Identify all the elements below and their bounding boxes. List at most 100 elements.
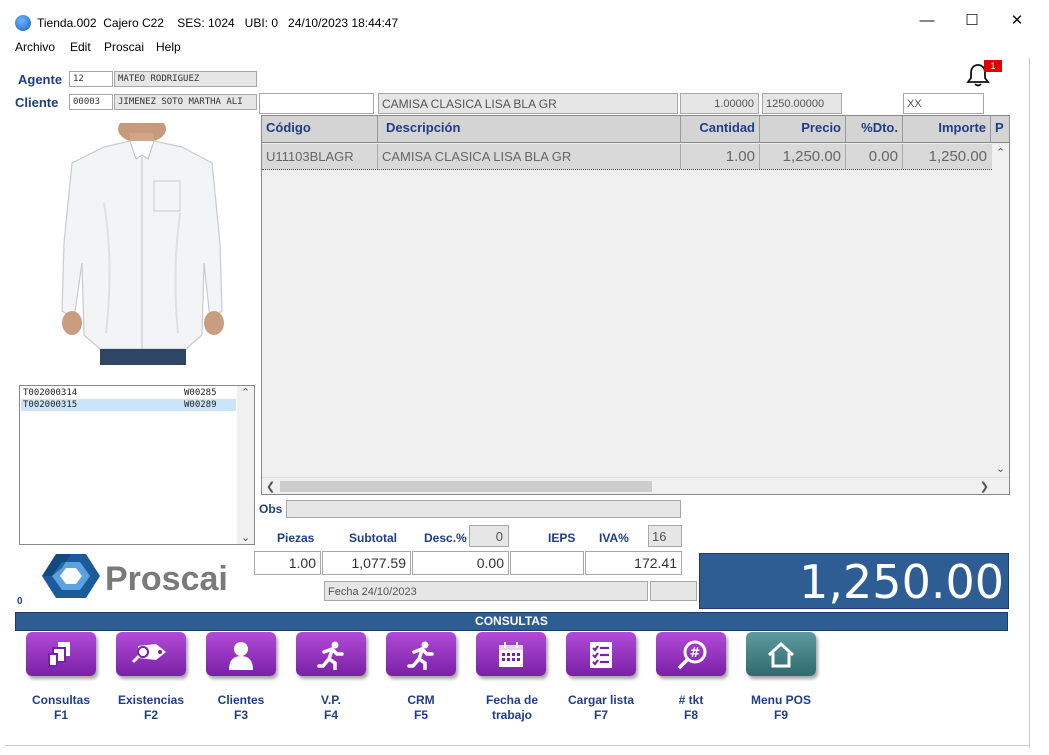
grid-header: Código Descripción Cantidad Precio %Dto.… — [262, 116, 1009, 143]
clientes-button[interactable] — [206, 632, 276, 676]
col-header-price[interactable]: Precio — [760, 116, 846, 143]
col-header-discount[interactable]: %Dto. — [846, 116, 903, 143]
window-border-right — [1029, 58, 1030, 748]
fecha-trabajo-button[interactable] — [476, 632, 546, 676]
menu-pos-button[interactable] — [746, 632, 816, 676]
scroll-thumb[interactable] — [280, 481, 652, 492]
ieps-value — [510, 551, 584, 575]
date-field: Fecha 24/10/2023 — [324, 581, 648, 601]
brand-name: Proscai — [105, 560, 228, 598]
ieps-label: IEPS — [548, 531, 576, 545]
client-label: Cliente — [15, 95, 59, 110]
list-item-selected[interactable]: T002000315 W00289 — [21, 399, 236, 411]
subtotal-label: Subtotal — [349, 531, 397, 545]
menu-archivo[interactable]: Archivo — [15, 40, 55, 54]
agent-name-field: MATEO RODRIGUEZ — [114, 71, 257, 87]
extra-field[interactable]: XX — [903, 93, 984, 114]
calendar-icon — [499, 642, 523, 667]
pieces-label: Piezas — [277, 531, 315, 545]
product-code-input[interactable] — [259, 93, 374, 114]
ticket-ref: W00285 — [184, 388, 217, 398]
grand-total: 1,250.00 — [699, 553, 1009, 609]
consultas-button[interactable] — [26, 632, 96, 676]
cell-amount: 1,250.00 — [928, 148, 987, 165]
runner-icon — [407, 641, 434, 670]
table-row[interactable]: U11103BLAGR CAMISA CLASICA LISA BLA GR 1… — [262, 144, 992, 170]
clientes-label: Clientes F3 — [217, 693, 265, 722]
crm-label: CRM F5 — [407, 693, 435, 722]
discount-label: Desc.% — [424, 531, 467, 545]
minimize-button[interactable]: — — [912, 8, 942, 34]
discount-pct-field[interactable]: 0 — [469, 525, 509, 547]
col-header-p[interactable]: P — [991, 116, 1009, 143]
svg-text:#: # — [690, 646, 701, 661]
discount-value: 0.00 — [412, 551, 509, 575]
items-grid: Código Descripción Cantidad Precio %Dto.… — [261, 115, 1010, 495]
obs-label: Obs — [259, 502, 283, 516]
ticket-id: T002000314 — [23, 388, 78, 398]
price-field[interactable]: 1250.00000 — [762, 93, 842, 114]
grid-horizontal-scrollbar[interactable]: ❮ ❯ — [262, 477, 1009, 494]
cargar-lista-button[interactable] — [566, 632, 636, 676]
scroll-down-icon[interactable]: ⌄ — [996, 462, 1005, 475]
ticket-search-label: # tkt F8 — [678, 693, 704, 722]
home-icon — [767, 641, 795, 668]
pieces-value: 1.00 — [254, 551, 321, 575]
col-header-code[interactable]: Código — [262, 116, 378, 143]
ticket-id: T002000315 — [23, 400, 78, 410]
iva-value: 172.41 — [585, 551, 682, 575]
counter: 0 — [17, 596, 23, 607]
checklist-icon — [590, 642, 612, 668]
copy-icon — [48, 642, 70, 667]
proscai-logo-icon — [42, 552, 100, 600]
col-header-description[interactable]: Descripción — [378, 116, 681, 143]
client-name-field: JIMENEZ SOTO MARTHA ALI — [114, 94, 257, 110]
runner-icon — [317, 641, 344, 670]
ticket-search-button[interactable]: # — [656, 632, 726, 676]
notification-badge: 1 — [984, 60, 1002, 72]
scroll-up-icon[interactable]: ⌃ — [241, 386, 250, 399]
ticket-list: T002000314 W00285 T002000315 W00289 ⌃ ⌄ — [19, 385, 255, 545]
window-border-bottom — [5, 745, 1030, 746]
agent-label: Agente — [18, 72, 63, 87]
close-button[interactable]: ✕ — [1002, 8, 1032, 34]
cargar-lista-label: Cargar lista F7 — [567, 693, 635, 722]
cell-description: CAMISA CLASICA LISA BLA GR — [378, 144, 681, 169]
tag-search-icon — [131, 644, 166, 664]
list-item[interactable]: T002000314 W00285 — [21, 387, 236, 399]
iva-pct-field[interactable]: 16 — [648, 525, 682, 547]
cell-quantity: 1.00 — [681, 144, 760, 169]
menu-help[interactable]: Help — [156, 40, 181, 54]
scroll-down-icon[interactable]: ⌄ — [241, 531, 250, 544]
client-code-field[interactable]: 00003 — [69, 94, 113, 110]
iva-label: IVA% — [599, 531, 629, 545]
vp-button[interactable] — [296, 632, 366, 676]
crm-button[interactable] — [386, 632, 456, 676]
hash-search-icon: # — [677, 640, 707, 670]
agent-code-field[interactable]: 12 — [69, 71, 113, 87]
consultas-label: Consultas F1 — [31, 693, 90, 722]
section-title: CONSULTAS — [15, 612, 1008, 631]
cell-price: 1,250.00 — [760, 144, 846, 169]
obs-input[interactable] — [286, 500, 681, 518]
cell-code: U11103BLAGR — [262, 144, 378, 169]
fecha-trabajo-label: Fecha de trabajo — [485, 693, 539, 722]
quantity-field[interactable]: 1.00000 — [680, 93, 759, 114]
scroll-up-icon[interactable]: ⌃ — [996, 146, 1005, 159]
scroll-left-icon[interactable]: ❮ — [266, 480, 275, 493]
col-header-amount[interactable]: Importe — [903, 116, 991, 143]
maximize-button[interactable]: ☐ — [957, 8, 987, 34]
ticket-ref: W00289 — [184, 400, 217, 410]
ticket-list-scrollbar[interactable]: ⌃ ⌄ — [237, 386, 254, 544]
col-header-quantity[interactable]: Cantidad — [681, 116, 760, 143]
cell-discount: 0.00 — [846, 144, 903, 169]
menu-proscai[interactable]: Proscai — [104, 40, 144, 54]
status-field — [650, 581, 697, 601]
window-title: Tienda.002 Cajero C22 SES: 1024 UBI: 0 2… — [37, 16, 399, 30]
scroll-right-icon[interactable]: ❯ — [980, 480, 989, 493]
menu-edit[interactable]: Edit — [70, 40, 91, 54]
grid-vertical-scrollbar[interactable]: ⌃ ⌄ — [992, 144, 1009, 477]
vp-label: V.P. F4 — [320, 693, 342, 722]
existencias-button[interactable] — [116, 632, 186, 676]
existencias-label: Existencias F2 — [117, 693, 185, 722]
